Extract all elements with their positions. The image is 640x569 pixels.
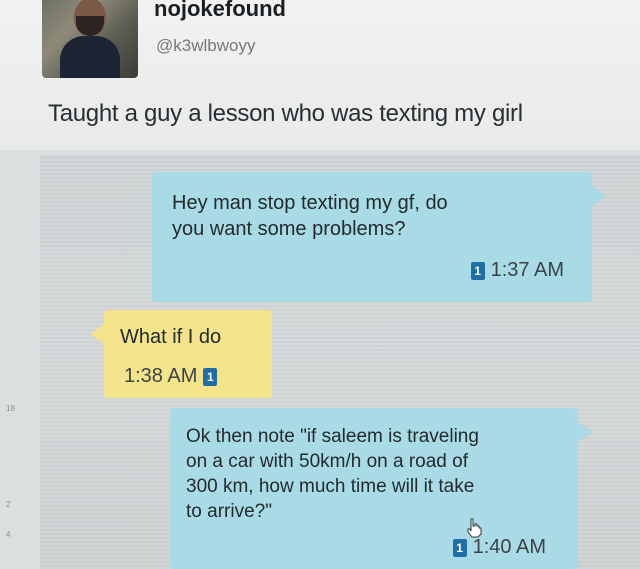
hand-cursor-icon	[467, 518, 482, 538]
message-text: What if I do	[120, 326, 222, 348]
avatar[interactable]	[42, 0, 138, 78]
tweet-text: Taught a guy a lesson who was texting my…	[48, 100, 523, 127]
message-meta: 1 1:37 AM	[470, 259, 564, 282]
message-bubble-received[interactable]: What if I do 1:38 AM 1	[90, 310, 272, 398]
message-bubble-sent[interactable]: Hey man stop texting my gf, do you want …	[152, 172, 606, 302]
bubble-tail	[592, 186, 606, 206]
bubble-tail	[578, 422, 592, 442]
avatar-shoulders	[60, 36, 120, 78]
tweet-card: nojokefound @k3wlbwoyy Taught a guy a le…	[0, 0, 640, 150]
message-time: 1:38 AM	[124, 365, 198, 387]
message-time: 1:37 AM	[490, 259, 564, 281]
sim-1-icon: 1	[203, 367, 218, 386]
edge-mark: 4	[6, 530, 11, 539]
edge-mark: 18	[6, 404, 15, 413]
message-bubble-sent[interactable]: Ok then note "if saleem is traveling on …	[170, 408, 592, 569]
message-meta: 1 1:40 AM	[452, 536, 546, 559]
bubble-tail	[90, 324, 104, 344]
edge-mark: 2	[6, 500, 11, 509]
message-text: Hey man stop texting my gf, do you want …	[172, 192, 448, 240]
message-time: 1:40 AM	[472, 536, 546, 558]
message-meta: 1:38 AM 1	[124, 365, 218, 388]
sim-1-icon: 1	[470, 261, 485, 280]
message-text: Ok then note "if saleem is traveling on …	[186, 426, 479, 522]
sim-1-icon: 1	[452, 538, 467, 557]
display-name[interactable]: nojokefound	[154, 0, 286, 22]
user-handle[interactable]: @k3wlbwoyy	[156, 36, 255, 56]
